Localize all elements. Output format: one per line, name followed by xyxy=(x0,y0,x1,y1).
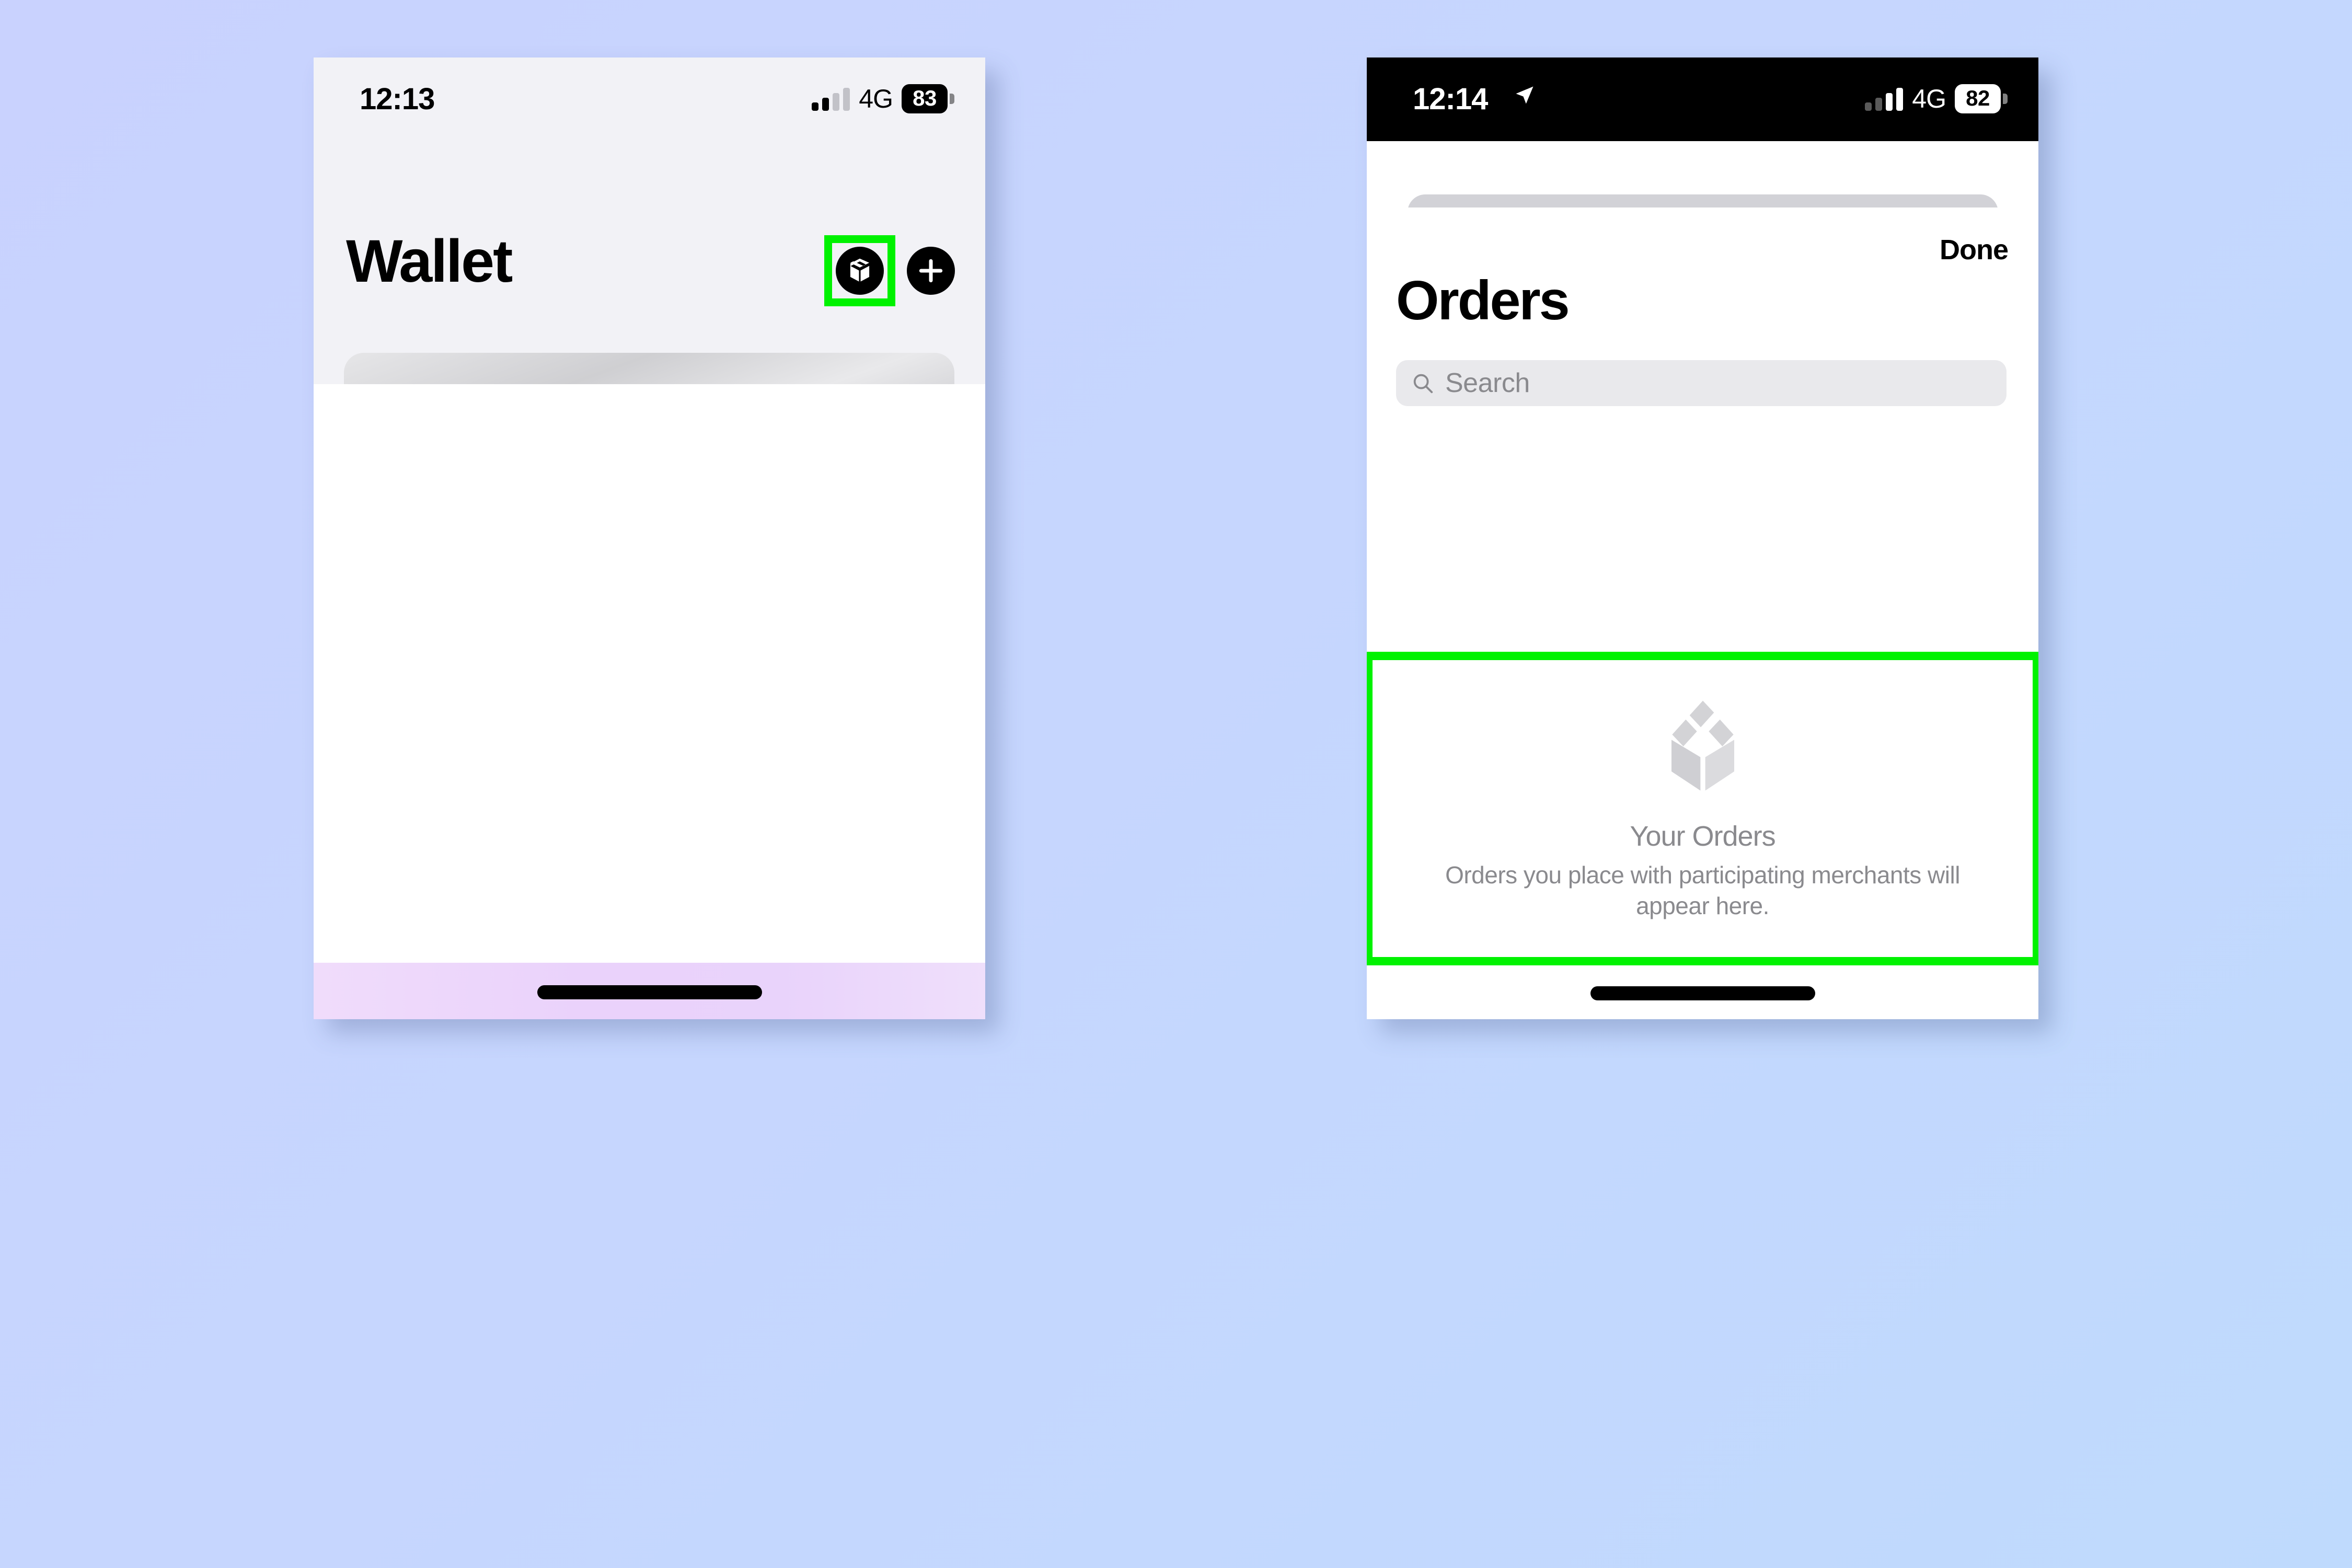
status-bar-indicators: 4G 82 xyxy=(1865,84,2001,114)
wallet-header: Wallet xyxy=(314,214,985,319)
battery-indicator: 82 xyxy=(1955,84,2001,113)
screenshot-white-overlay xyxy=(314,384,985,1019)
orders-empty-state-highlight: Your Orders Orders you place with partic… xyxy=(1367,652,2038,965)
empty-state-message: Orders you place with participating merc… xyxy=(1445,861,1960,919)
package-box-icon xyxy=(850,258,870,282)
header-actions xyxy=(824,235,955,306)
empty-state-title: Your Orders xyxy=(1630,821,1775,852)
status-bar-indicators: 4G 83 xyxy=(812,84,948,114)
location-arrow-icon xyxy=(1516,86,1534,104)
right-phone-screenshot: 12:14 4G 82 Done Orders Search Your Orde… xyxy=(1367,57,2038,1019)
search-input[interactable]: Search xyxy=(1396,360,2007,406)
orders-button[interactable] xyxy=(836,247,884,295)
status-bar: 12:14 4G 82 xyxy=(1367,57,2038,141)
page-title: Orders xyxy=(1396,270,1570,331)
home-indicator[interactable] xyxy=(537,985,762,999)
battery-indicator: 83 xyxy=(902,84,948,113)
home-indicator[interactable] xyxy=(1590,986,1815,1000)
left-phone-screenshot: 12:13 4G 83 Wallet nectar xyxy=(314,57,985,1019)
cellular-signal-icon xyxy=(1865,87,1904,111)
search-placeholder: Search xyxy=(1445,368,1530,398)
done-button[interactable]: Done xyxy=(1940,234,2009,266)
network-type-label: 4G xyxy=(859,84,893,113)
page-title: Wallet xyxy=(346,228,513,295)
cellular-signal-icon xyxy=(812,87,850,111)
status-bar-time: 12:13 xyxy=(360,82,435,116)
network-type-label: 4G xyxy=(1912,84,1946,113)
add-card-button[interactable] xyxy=(907,247,955,295)
search-icon xyxy=(1413,374,1433,394)
status-bar-time: 12:14 xyxy=(1413,82,1488,116)
orders-sheet: Done Orders Search Your Orders Orders yo… xyxy=(1367,207,2038,1019)
plus-icon xyxy=(919,259,943,283)
orders-empty-state: Your Orders Orders you place with partic… xyxy=(1373,660,2033,957)
status-bar: 12:13 4G 83 xyxy=(314,57,985,141)
package-box-icon xyxy=(1671,700,1734,791)
orders-button-highlight xyxy=(824,235,895,306)
